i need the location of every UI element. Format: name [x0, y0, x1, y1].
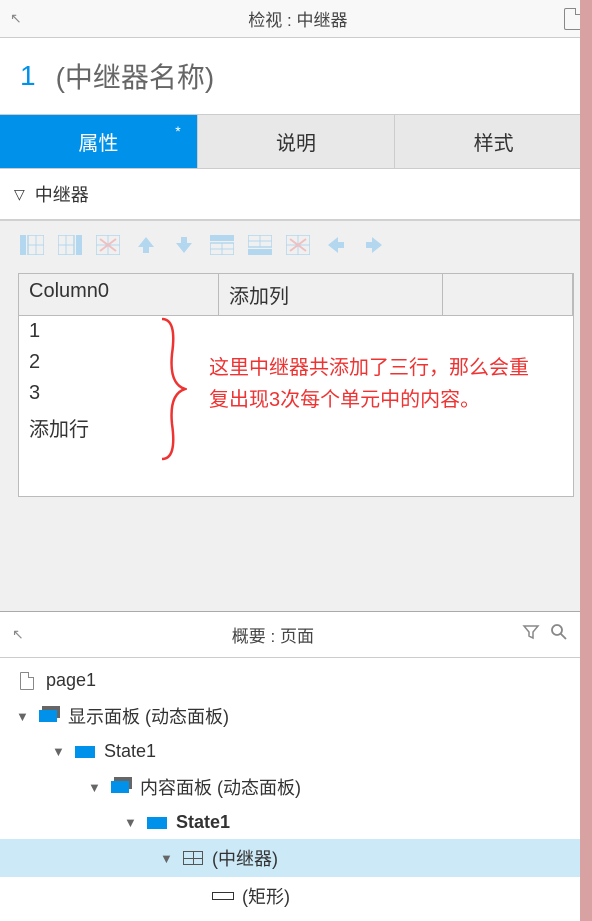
tree-label: (矩形) [242, 883, 290, 909]
tree-item-rect[interactable]: (矩形) [0, 877, 580, 915]
table-cell[interactable]: 1 [19, 316, 573, 347]
repeater-section-header[interactable]: ▽ 中继器 [0, 169, 592, 221]
dynamic-panel-icon [38, 708, 60, 724]
chevron-down-icon: ▽ [14, 186, 25, 203]
outline-header: ↖ 概要 : 页面 [0, 612, 580, 658]
filter-icon[interactable] [522, 623, 540, 646]
tab-notes[interactable]: 说明 [198, 115, 396, 168]
state-icon [74, 744, 96, 760]
repeater-dataset-table[interactable]: Column0 添加列 1 2 3 添加行 这里中继器共添加了三行，那么会重复出… [18, 273, 574, 497]
page-icon [16, 673, 38, 689]
inspector-tabs: 属性 * 说明 样式 [0, 114, 592, 169]
tree-label: (中继器) [212, 845, 278, 871]
delete-col-icon[interactable] [96, 235, 120, 255]
tree-label: State1 [176, 812, 230, 833]
search-icon[interactable] [550, 623, 568, 646]
table-cell[interactable]: 3 [19, 378, 573, 409]
widget-index: 1 [20, 60, 36, 92]
add-column-cell[interactable]: 添加列 [219, 274, 443, 315]
state-icon [146, 815, 168, 831]
tree-label: page1 [46, 670, 96, 691]
tree-label: 显示面板 (动态面板) [68, 703, 229, 729]
outline-title: 概要 : 页面 [34, 622, 512, 647]
move-up-icon[interactable] [134, 235, 158, 255]
popout-icon[interactable]: ↖ [12, 626, 24, 643]
tree-label: 内容面板 (动态面板) [140, 774, 301, 800]
tree-item-dynamic-panel[interactable]: ▼ 内容面板 (动态面板) [0, 768, 580, 806]
widget-name-input[interactable]: (中继器名称) [56, 56, 215, 96]
inspector-title: 检视 : 中继器 [32, 6, 564, 31]
insert-col-right-icon[interactable] [58, 235, 82, 255]
table-cell[interactable]: 2 [19, 347, 573, 378]
column-header-0[interactable]: Column0 [19, 274, 219, 315]
dynamic-panel-icon [110, 779, 132, 795]
tree-item-state[interactable]: ▼ State1 [0, 806, 580, 839]
repeater-toolbar [0, 221, 592, 269]
chevron-down-icon[interactable]: ▼ [52, 744, 66, 759]
rectangle-icon [212, 888, 234, 904]
inspector-header: ↖ 检视 : 中继器 [0, 0, 592, 38]
outline-panel: ↖ 概要 : 页面 page1 ▼ 显示面板 (动态面板) ▼ State1 [0, 611, 580, 921]
tab-style[interactable]: 样式 [395, 115, 592, 168]
move-right-icon[interactable] [362, 235, 386, 255]
delete-row-icon[interactable] [286, 235, 310, 255]
right-edge-strip [580, 0, 592, 921]
popout-icon[interactable]: ↖ [10, 10, 22, 27]
insert-row-below-icon[interactable] [248, 235, 272, 255]
tree-item-repeater[interactable]: ▼ (中继器) [0, 839, 580, 877]
insert-col-left-icon[interactable] [20, 235, 44, 255]
tree-item-page[interactable]: page1 [0, 664, 580, 697]
outline-tree: page1 ▼ 显示面板 (动态面板) ▼ State1 ▼ 内容面板 (动态面… [0, 658, 580, 921]
tree-item-dynamic-panel[interactable]: ▼ 显示面板 (动态面板) [0, 697, 580, 735]
chevron-down-icon[interactable]: ▼ [16, 709, 30, 724]
column-header-blank [443, 274, 573, 315]
chevron-down-icon[interactable]: ▼ [124, 815, 138, 830]
tree-item-state[interactable]: ▼ State1 [0, 735, 580, 768]
tree-label: State1 [104, 741, 156, 762]
insert-row-above-icon[interactable] [210, 235, 234, 255]
section-title: 中继器 [35, 181, 89, 207]
dirty-indicator: * [175, 123, 180, 139]
repeater-icon [182, 850, 204, 866]
chevron-down-icon[interactable]: ▼ [160, 851, 174, 866]
tab-properties[interactable]: 属性 * [0, 115, 198, 168]
chevron-down-icon[interactable]: ▼ [88, 780, 102, 795]
widget-name-row: 1 (中继器名称) [0, 38, 592, 114]
move-down-icon[interactable] [172, 235, 196, 255]
move-left-icon[interactable] [324, 235, 348, 255]
tab-properties-label: 属性 [78, 133, 118, 155]
table-header-row: Column0 添加列 [19, 274, 573, 316]
add-row-cell[interactable]: 添加行 [19, 409, 573, 446]
table-spacer [19, 446, 573, 496]
